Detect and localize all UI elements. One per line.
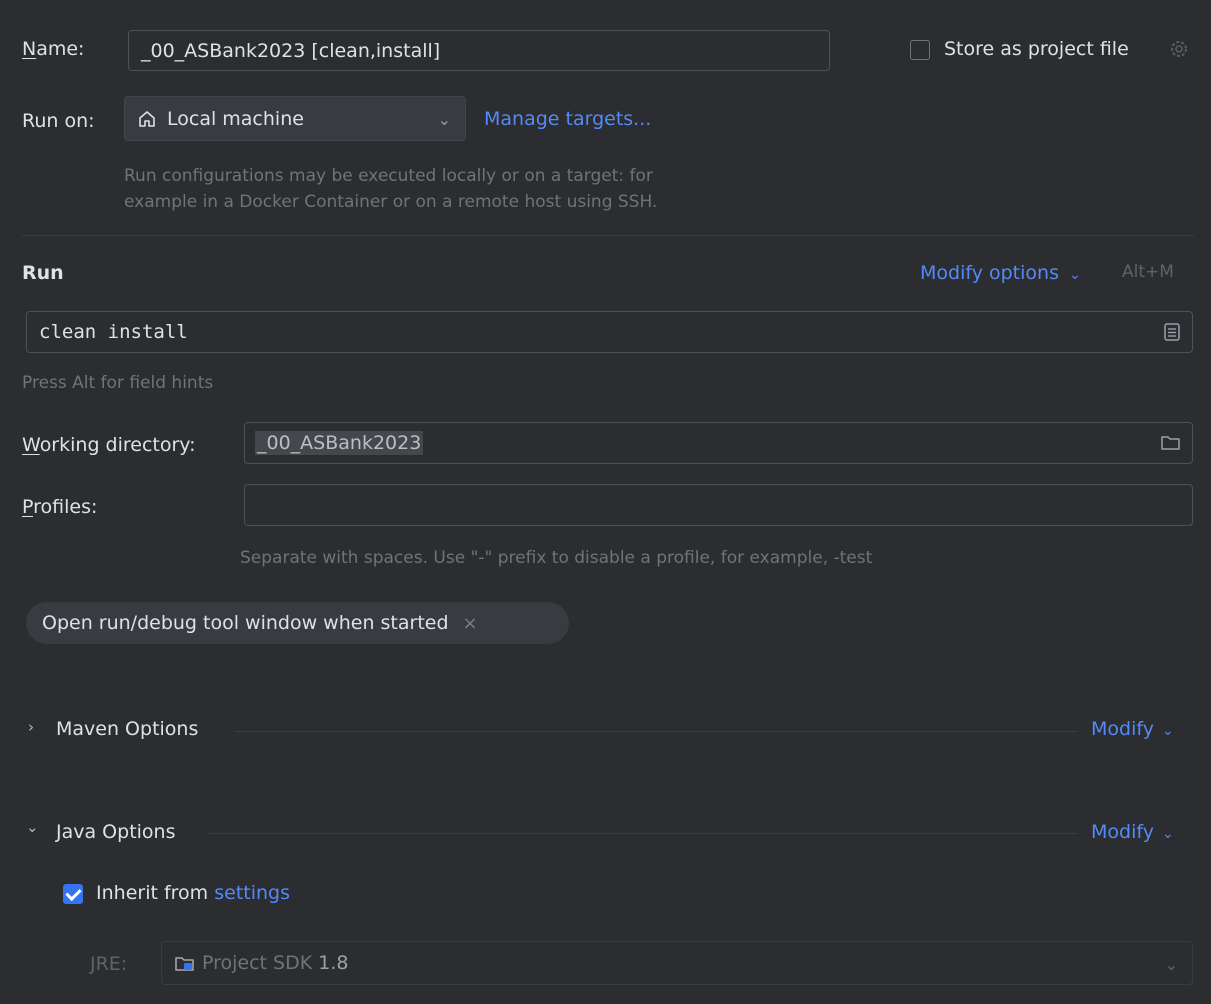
home-icon: [137, 109, 157, 129]
divider: [22, 235, 1194, 236]
chip-label: Open run/debug tool window when started: [42, 612, 449, 634]
manage-targets-link[interactable]: Manage targets...: [484, 108, 651, 130]
jre-prefix: Project SDK: [202, 952, 313, 974]
run-on-dropdown[interactable]: Local machine ⌄: [124, 96, 466, 141]
profiles-label: Profiles:: [22, 496, 98, 518]
name-input[interactable]: _00_ASBank2023 [clean,install]: [128, 30, 830, 71]
run-on-selected: Local machine: [167, 107, 304, 130]
java-modify-button[interactable]: Modify ⌄: [1091, 821, 1174, 843]
chevron-down-icon: ⌄: [437, 110, 451, 129]
chevron-down-icon: ⌄: [1162, 723, 1174, 739]
profiles-input[interactable]: [244, 484, 1193, 526]
expand-text-icon[interactable]: [1162, 322, 1182, 342]
chevron-down-icon: ⌄: [1164, 955, 1178, 974]
profiles-hint: Separate with spaces. Use "-" prefix to …: [240, 548, 873, 568]
inherit-checkbox[interactable]: [63, 884, 83, 904]
working-directory-label: Working directory:: [22, 434, 196, 456]
field-hint: Press Alt for field hints: [22, 373, 214, 393]
chevron-right-icon[interactable]: ›: [28, 718, 34, 736]
modify-options-shortcut: Alt+M: [1122, 262, 1174, 282]
chevron-down-icon: ⌄: [1162, 826, 1174, 842]
divider: [234, 731, 1078, 732]
inherit-label: Inherit from settings: [96, 882, 291, 904]
jre-label: JRE:: [90, 953, 128, 975]
project-sdk-icon: [174, 954, 196, 974]
divider: [208, 833, 1078, 834]
name-label: Name:: [22, 38, 85, 60]
maven-options-title[interactable]: Maven Options: [56, 718, 198, 740]
run-on-hint-line1: Run configurations may be executed local…: [124, 166, 653, 186]
run-on-label: Run on:: [22, 110, 95, 132]
modify-options-button[interactable]: Modify options ⌄: [920, 262, 1081, 284]
chevron-down-icon: ⌄: [1069, 267, 1081, 283]
settings-link[interactable]: settings: [214, 882, 290, 904]
open-tool-window-chip[interactable]: Open run/debug tool window when started …: [26, 602, 569, 644]
store-as-project-label: Store as project file: [944, 38, 1129, 60]
maven-modify-button[interactable]: Modify ⌄: [1091, 718, 1174, 740]
chevron-down-icon[interactable]: ⌄: [26, 818, 39, 836]
working-directory-input[interactable]: _00_ASBank2023: [244, 422, 1193, 464]
store-as-project-checkbox[interactable]: [910, 40, 930, 60]
folder-icon[interactable]: [1160, 433, 1182, 453]
jre-dropdown[interactable]: Project SDK 1.8 ⌄: [161, 941, 1193, 985]
run-section-title: Run: [22, 262, 64, 284]
java-options-title[interactable]: Java Options: [56, 821, 175, 843]
command-input[interactable]: clean install: [26, 311, 1193, 353]
jre-version: 1.8: [318, 952, 349, 974]
gear-icon[interactable]: [1168, 38, 1190, 60]
run-on-hint-line2: example in a Docker Container or on a re…: [124, 192, 658, 212]
close-icon[interactable]: ×: [463, 613, 478, 634]
